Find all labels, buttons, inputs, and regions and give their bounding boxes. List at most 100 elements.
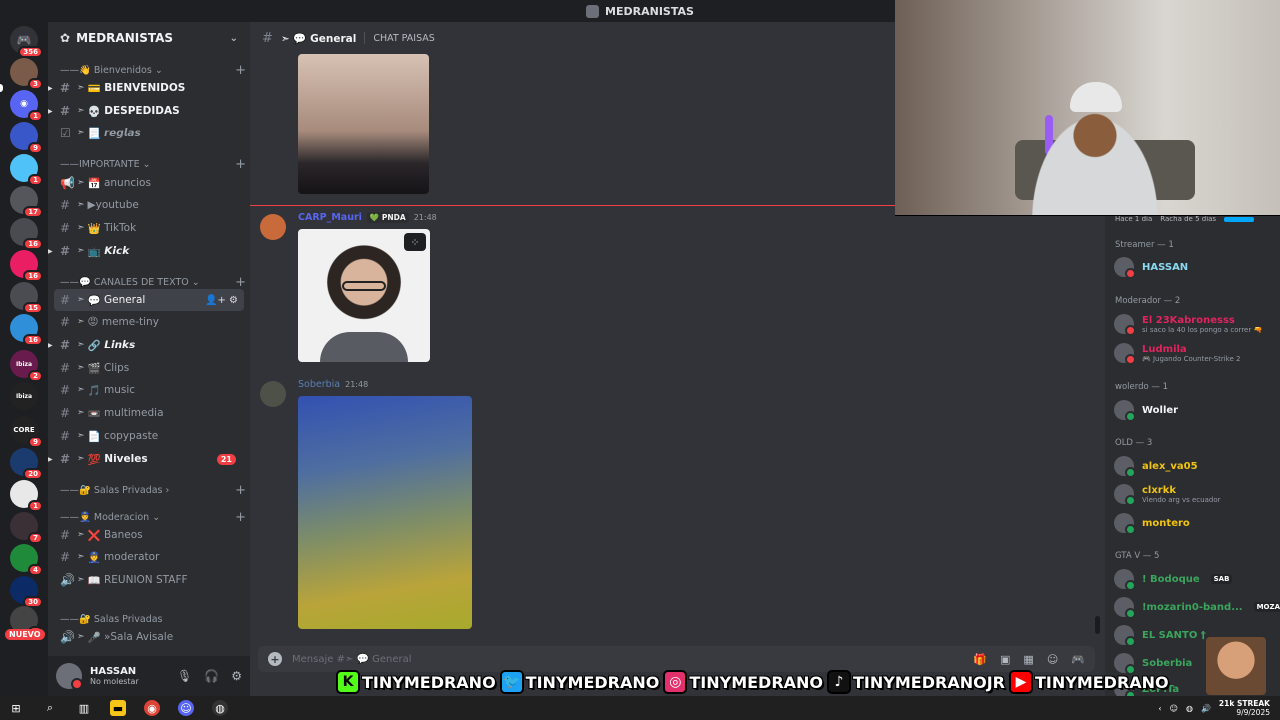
server-icon-3[interactable]: 9 xyxy=(10,122,43,154)
category-bienvenidos[interactable]: —— 👋 Bienvenidos ⌄ + xyxy=(60,62,246,78)
windows-start-icon[interactable]: ⊞ xyxy=(8,700,24,716)
server-icon-10[interactable]: Ibiza 2 xyxy=(10,350,43,382)
server-header[interactable]: ✿ MEDRANISTAS ⌄ xyxy=(48,22,250,54)
search-icon[interactable]: ⌕ xyxy=(42,700,58,716)
channel-moderator[interactable]: # ➣ 👮 moderator xyxy=(54,546,244,568)
channel-meme-tiny[interactable]: # ➣ 😡 meme-tiny xyxy=(54,311,244,333)
tray-volume-icon[interactable]: 🔊 xyxy=(1201,704,1211,713)
channel-youtube[interactable]: # ➣ ▶ youtube xyxy=(54,194,244,216)
server-icon xyxy=(586,4,600,18)
category-salas-privadas-2[interactable]: —— 🔐 Salas Privadas xyxy=(60,611,246,627)
server-icon-13[interactable]: 20 xyxy=(10,448,43,480)
member-item[interactable]: montero xyxy=(1114,512,1274,535)
channel-settings-icon[interactable]: 👤+ ⚙ xyxy=(205,295,238,306)
server-tag: CORE xyxy=(13,426,35,434)
message-input-placeholder[interactable]: Mensaje #➣ 💬 General xyxy=(292,654,412,665)
channel-general[interactable]: # ➣ 💬 General 👤+ ⚙ xyxy=(54,289,244,311)
channel-anuncios[interactable]: 📢 ➣ 📅 anuncios xyxy=(54,172,244,194)
channel-clips[interactable]: # ➣ 🎬 Clips xyxy=(54,357,244,379)
server-icon-9[interactable]: 16 xyxy=(10,314,43,346)
avatar[interactable] xyxy=(260,381,286,407)
category-moderacion[interactable]: —— 👮 Moderacion ⌄ + xyxy=(60,509,246,525)
create-channel-icon[interactable]: + xyxy=(235,510,246,525)
obs-icon[interactable]: ◍ xyxy=(212,700,228,716)
channel-links[interactable]: ▶ # ➣ 🔗 𝙇𝙞𝙣𝙠𝙨 xyxy=(48,334,244,356)
channel-baneos[interactable]: # ➣ ❌ Baneos xyxy=(54,524,244,546)
clock[interactable]: 21k STREAK 9/9/2025 xyxy=(1219,699,1270,717)
discord-taskbar-icon[interactable]: ☺ xyxy=(178,700,194,716)
gif-icon[interactable]: ▣ xyxy=(1000,653,1010,666)
server-icon-17[interactable]: 30 xyxy=(10,576,43,608)
server-icon-15[interactable]: 7 xyxy=(10,512,43,544)
attach-plus-icon[interactable]: + xyxy=(268,652,282,666)
member-item[interactable]: !mozarin0-band... MOZA xyxy=(1114,596,1280,619)
avatar[interactable] xyxy=(56,663,83,690)
channel-despedidas[interactable]: ▶ # ➣ 💀 DESPEDIDAS xyxy=(48,100,244,122)
server-icon-11[interactable]: Ibiza xyxy=(10,382,38,410)
channel-reunion-staff[interactable]: 🔊 ➣ 📖 REUNION STAFF xyxy=(54,569,244,591)
channel-prefix: ➣ xyxy=(280,32,290,45)
hash-icon: # xyxy=(60,81,71,95)
server-icon-8[interactable]: 15 xyxy=(10,282,43,314)
message-author[interactable]: Soberbia xyxy=(298,379,340,390)
hash-icon: # xyxy=(60,104,71,118)
server-icon-14[interactable]: 1 xyxy=(10,480,43,512)
chrome-icon[interactable]: ◉ xyxy=(144,700,160,716)
tray-chevron-icon[interactable]: ‹ xyxy=(1158,704,1161,713)
sticker-icon[interactable]: ▦ xyxy=(1023,653,1033,666)
emoji-icon[interactable]: ☺ xyxy=(1047,653,1058,666)
guild-tag-label: PNDA xyxy=(381,213,406,222)
scrollbar[interactable] xyxy=(1095,616,1100,634)
category-salas-privadas[interactable]: —— 🔐 Salas Privadas › + xyxy=(60,482,246,498)
member-item[interactable]: Woller xyxy=(1114,399,1274,422)
create-channel-icon[interactable]: + xyxy=(235,483,246,498)
member-item[interactable]: alex_va05 xyxy=(1114,455,1274,478)
channel-copypaste[interactable]: # ➣ 📄 copypaste xyxy=(54,425,244,447)
member-item[interactable]: clxrkk Viendo arg vs ecuador xyxy=(1114,483,1274,506)
create-channel-icon[interactable]: + xyxy=(235,157,246,172)
unread-badge: 2 xyxy=(28,370,43,382)
server-icon-12[interactable]: CORE 9 xyxy=(10,416,43,448)
server-icon-5[interactable]: 17 xyxy=(10,186,43,218)
category-canales-de-texto[interactable]: —— 💬 CANALES DE TEXTO ⌄ + xyxy=(60,274,246,290)
server-icon-1[interactable]: 3 xyxy=(10,58,43,90)
message-author[interactable]: CARP_Mauri xyxy=(298,212,362,223)
settings-gear-icon[interactable]: ⚙ xyxy=(231,669,242,683)
channel-tiktok[interactable]: # ➣ 👑 TikTok xyxy=(54,217,244,239)
microphone-icon[interactable]: 🎙 xyxy=(177,669,192,683)
channel-niveles[interactable]: ▶ # ➣ 💯 Niveles 21 xyxy=(48,448,244,470)
task-view-icon[interactable]: ▥ xyxy=(76,700,92,716)
create-channel-icon[interactable]: + xyxy=(235,63,246,78)
channel-music[interactable]: # ➣ 🎵 music xyxy=(54,379,244,401)
server-icon-2[interactable]: ◉ 1 xyxy=(10,90,43,122)
headphones-icon[interactable]: 🎧 xyxy=(204,669,219,683)
apps-icon[interactable]: 🎮 xyxy=(1071,653,1085,666)
server-icon-6[interactable]: 16 xyxy=(10,218,43,250)
gift-icon[interactable]: 🎁 xyxy=(973,653,987,666)
image-actions-icon[interactable]: ⁘ xyxy=(404,233,426,251)
member-item[interactable]: El 23Kabronesss si saco la 40 los pongo a… xyxy=(1114,313,1274,336)
username: HASSAN xyxy=(90,666,137,677)
server-icon-16[interactable]: 4 xyxy=(10,544,43,576)
server-icon-4[interactable]: 1 xyxy=(10,154,43,186)
message-image-attachment[interactable] xyxy=(298,396,472,629)
member-item[interactable]: ! Bodoque SAB xyxy=(1114,568,1274,591)
create-channel-icon[interactable]: + xyxy=(235,275,246,290)
file-explorer-icon[interactable]: ▬ xyxy=(110,700,126,716)
channel-bienvenidos[interactable]: ▶ # ➣ 💳 BIENVENIDOS xyxy=(48,77,244,99)
message-image-attachment[interactable] xyxy=(298,54,429,194)
avatar[interactable] xyxy=(260,214,286,240)
direct-messages-button[interactable]: 🎮 356 xyxy=(10,26,43,58)
category-importante[interactable]: —— IMPORTANTE ⌄ + xyxy=(60,156,246,172)
message-image-attachment[interactable]: ⁘ xyxy=(298,229,430,362)
channel-reglas[interactable]: ☑ ➣ 📃 𝙧𝙚𝙜𝙡𝙖𝙨 xyxy=(54,122,244,144)
channel-kick[interactable]: ▶ # ➣ 📺 𝙆𝙞𝙘𝙠 xyxy=(48,240,244,262)
member-item[interactable]: HASSAN xyxy=(1114,256,1274,279)
channel-sala-avisale[interactable]: 🔊 ➣ 🎤 »Sala Avisale xyxy=(54,626,244,648)
tray-discord-icon[interactable]: ☺ xyxy=(1170,704,1178,713)
server-icon-7[interactable]: 16 xyxy=(10,250,43,282)
member-item[interactable]: Ludmila 🎮 Jugando Counter-Strike 2 xyxy=(1114,342,1274,365)
channel-emoji: 👑 xyxy=(87,222,101,235)
channel-multimedia[interactable]: # ➣ 📼 multimedia xyxy=(54,402,244,424)
tray-network-icon[interactable]: ◍ xyxy=(1186,704,1193,713)
